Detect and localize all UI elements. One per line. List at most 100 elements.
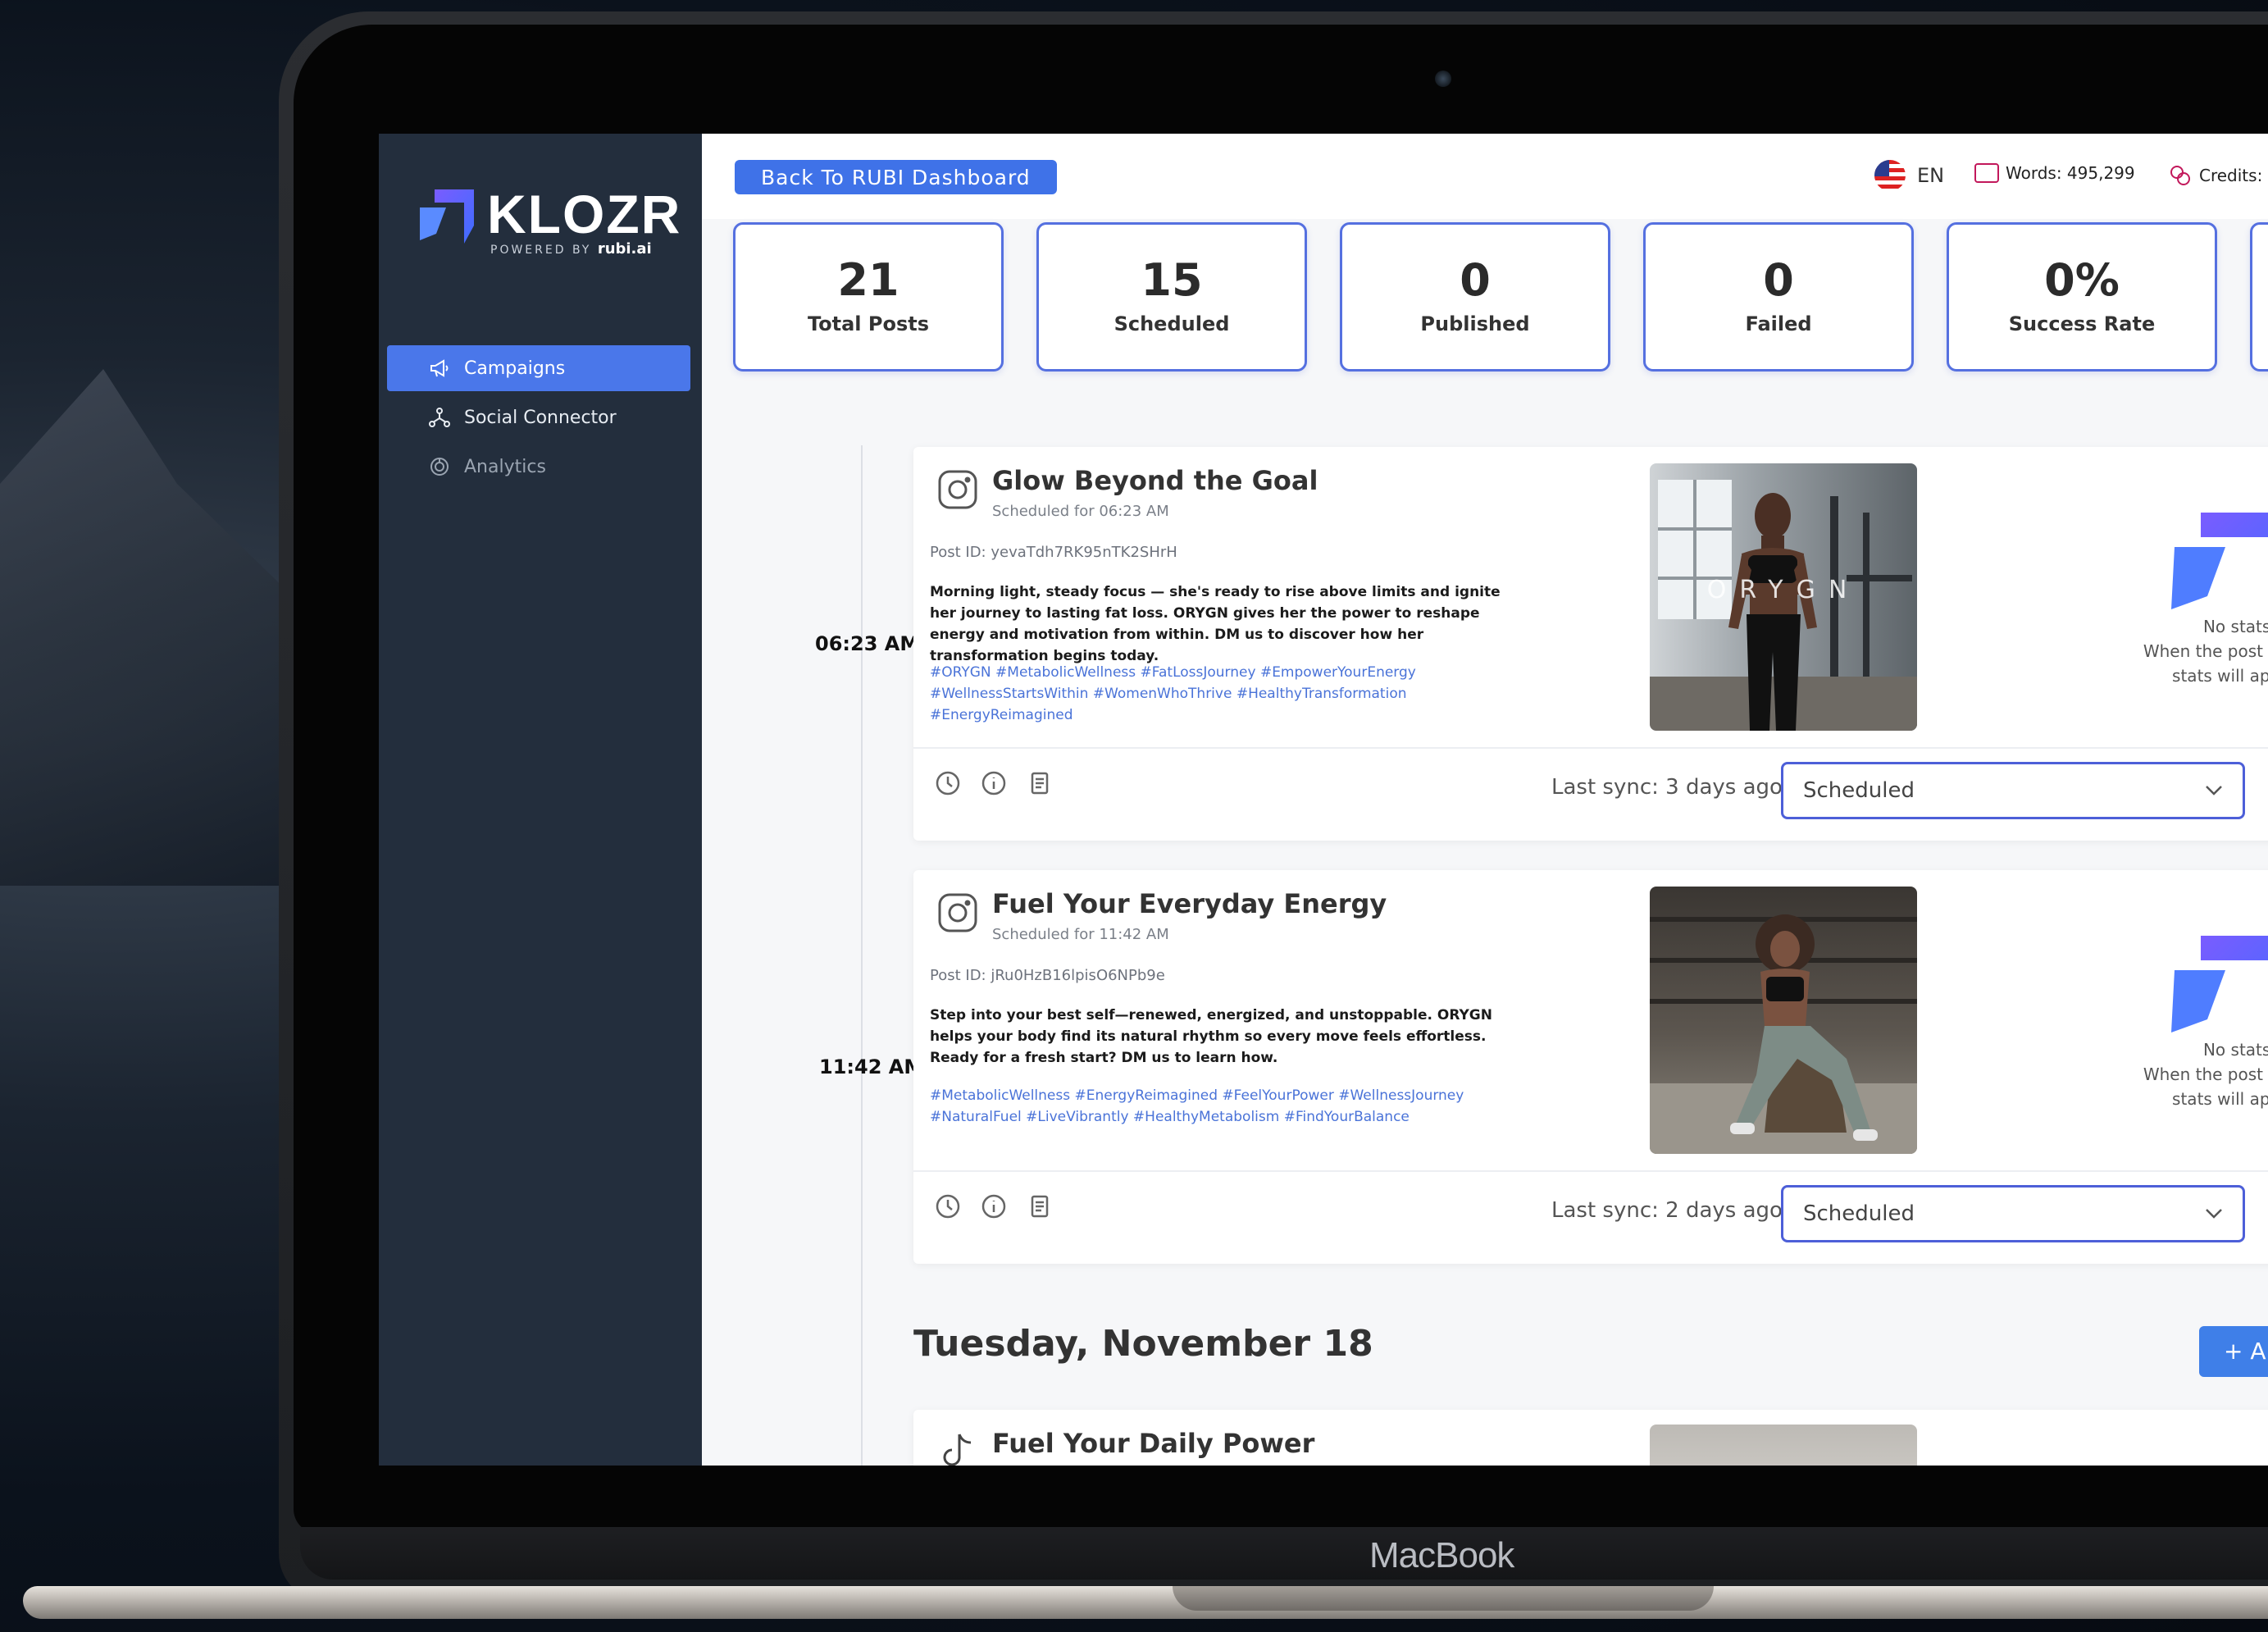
- post-card[interactable]: Fuel Your Daily Power: [913, 1410, 2268, 1466]
- sidebar: KLOZR POWERED BY rubi.ai Campaigns Socia…: [379, 134, 702, 1466]
- language-selector[interactable]: EN: [1874, 160, 1944, 191]
- network-icon: [428, 406, 451, 429]
- klozr-logo[interactable]: KLOZR POWERED BY rubi.ai: [417, 184, 682, 258]
- app-screen: KLOZR POWERED BY rubi.ai Campaigns Socia…: [379, 134, 2268, 1466]
- stat-label: Success Rate: [2008, 312, 2156, 335]
- main-content: Back To RUBI Dashboard EN Words: 495,299…: [702, 134, 2268, 1466]
- credits-counter: Credits: 2: [2168, 163, 2268, 188]
- stat-value: 0%: [2044, 254, 2120, 306]
- post-card[interactable]: Glow Beyond the Goal Scheduled for 06:23…: [913, 447, 2268, 841]
- clock-icon[interactable]: [935, 1193, 961, 1219]
- stat-scheduled: 15 Scheduled: [1036, 222, 1307, 372]
- logo-text: KLOZR: [487, 184, 682, 244]
- stat-value: 0: [1460, 254, 1491, 306]
- logo-sub-prefix: POWERED BY: [490, 244, 592, 257]
- words-counter: Words: 495,299: [1974, 163, 2135, 183]
- post-schedule: Scheduled for 11:42 AM: [992, 926, 1169, 943]
- post-body: Step into your best self—renewed, energi…: [930, 1007, 1492, 1066]
- post-title: Fuel Your Everyday Energy: [992, 888, 1387, 919]
- clock-icon[interactable]: [935, 770, 961, 796]
- status-select[interactable]: Scheduled: [1781, 1185, 2245, 1242]
- document-icon[interactable]: [1027, 1193, 1053, 1219]
- stat-label: Scheduled: [1114, 312, 1230, 335]
- stat-failed: 0 Failed: [1643, 222, 1914, 372]
- language-label: EN: [1917, 164, 1945, 187]
- post-actions: [935, 770, 1053, 796]
- klozr-placeholder-icon: [2171, 936, 2268, 1033]
- laptop-notch: [1173, 1586, 1714, 1611]
- no-stats-line: When the post goes: [2143, 641, 2268, 661]
- add-post-button[interactable]: + A: [2199, 1326, 2268, 1377]
- post-image[interactable]: ORYGN: [1650, 463, 1917, 731]
- no-stats-title: No stats yet.: [2202, 1040, 2268, 1060]
- post-title: Glow Beyond the Goal: [992, 465, 1318, 496]
- no-stats-line: stats will appear: [2172, 666, 2268, 686]
- words-value: Words: 495,299: [2006, 163, 2135, 183]
- post-id: Post ID: yevaTdh7RK95nTK2SHrH: [930, 544, 1177, 561]
- info-icon[interactable]: [981, 770, 1007, 796]
- us-flag-icon: [1874, 160, 1906, 191]
- no-stats-line: stats will appear: [2172, 1089, 2268, 1109]
- credits-value: Credits: 2: [2199, 166, 2268, 185]
- laptop-base: [23, 1586, 2268, 1619]
- document-icon[interactable]: [1027, 770, 1053, 796]
- card-divider: [913, 747, 2268, 749]
- post-image[interactable]: [1650, 1425, 1917, 1466]
- post-schedule: Scheduled for 06:23 AM: [992, 503, 1169, 520]
- logo-subtitle: POWERED BY rubi.ai: [490, 240, 652, 258]
- post-title: Fuel Your Daily Power: [992, 1428, 1315, 1459]
- post-card[interactable]: Fuel Your Everyday Energy Scheduled for …: [913, 870, 2268, 1264]
- stat-success-rate: 0% Success Rate: [1947, 222, 2217, 372]
- no-stats-message: No stats yet. When the post goes stats w…: [2045, 1037, 2268, 1111]
- last-sync: Last sync: 2 days ago: [1551, 1198, 1783, 1223]
- time-label: 11:42 AM: [819, 1055, 924, 1078]
- post-actions: [935, 1193, 1053, 1219]
- klozr-placeholder-icon: [2171, 513, 2268, 609]
- no-stats-line: When the post goes: [2143, 1064, 2268, 1084]
- logo-sub-brand: rubi.ai: [597, 240, 652, 258]
- stat-total-posts: 21 Total Posts: [733, 222, 1004, 372]
- outdoor-woman-photo: [1650, 887, 1917, 1154]
- no-stats-message: No stats yet. When the post goes stats w…: [2045, 614, 2268, 688]
- chevron-down-icon: [2206, 786, 2222, 795]
- coins-icon: [2170, 166, 2190, 185]
- stat-label: Published: [1420, 312, 1530, 335]
- sidebar-item-analytics[interactable]: Analytics: [387, 444, 690, 490]
- sidebar-item-label: Analytics: [464, 456, 546, 477]
- keyboard-icon: [1974, 163, 1999, 183]
- no-stats-title: No stats yet.: [2202, 617, 2268, 636]
- klozr-logo-mark-icon: [420, 189, 474, 244]
- date-heading: Tuesday, November 18: [913, 1323, 1373, 1365]
- stat-card-partial: [2250, 222, 2268, 372]
- megaphone-icon: [428, 357, 451, 380]
- sidebar-item-social-connector[interactable]: Social Connector: [387, 394, 690, 440]
- last-sync: Last sync: 3 days ago: [1551, 775, 1783, 800]
- stats-row: 21 Total Posts 15 Scheduled 0 Published …: [733, 219, 2268, 375]
- time-label: 06:23 AM: [815, 632, 920, 655]
- post-image[interactable]: [1650, 887, 1917, 1154]
- sidebar-item-label: Social Connector: [464, 407, 617, 428]
- analytics-icon: [428, 455, 451, 478]
- post-body: Morning light, steady focus — she's read…: [930, 584, 1501, 664]
- info-icon[interactable]: [981, 1193, 1007, 1219]
- stat-value: 21: [837, 254, 899, 306]
- status-select-value: Scheduled: [1803, 778, 1915, 803]
- status-select[interactable]: Scheduled: [1781, 762, 2245, 819]
- gym-woman-photo: ORYGN: [1650, 463, 1917, 731]
- back-to-dashboard-button[interactable]: Back To RUBI Dashboard: [735, 160, 1057, 194]
- stat-label: Failed: [1745, 312, 1812, 335]
- post-id: Post ID: jRu0HzB16lpisO6NPb9e: [930, 967, 1165, 984]
- camera-dot: [1435, 71, 1451, 87]
- stat-value: 15: [1141, 254, 1203, 306]
- sidebar-item-label: Campaigns: [464, 358, 566, 379]
- photo-watermark: ORYGN: [1707, 576, 1860, 604]
- device-brand: MacBook: [1369, 1535, 1514, 1575]
- top-bar: Back To RUBI Dashboard EN Words: 495,299…: [702, 134, 2268, 219]
- laptop-chin: [300, 1527, 2268, 1580]
- sidebar-item-campaigns[interactable]: Campaigns: [387, 345, 690, 391]
- status-select-value: Scheduled: [1803, 1201, 1915, 1226]
- post-hashtags: #MetabolicWellness #EnergyReimagined #Fe…: [930, 1087, 1464, 1125]
- instagram-icon: [938, 893, 977, 932]
- stat-label: Total Posts: [807, 312, 930, 335]
- stat-published: 0 Published: [1340, 222, 1610, 372]
